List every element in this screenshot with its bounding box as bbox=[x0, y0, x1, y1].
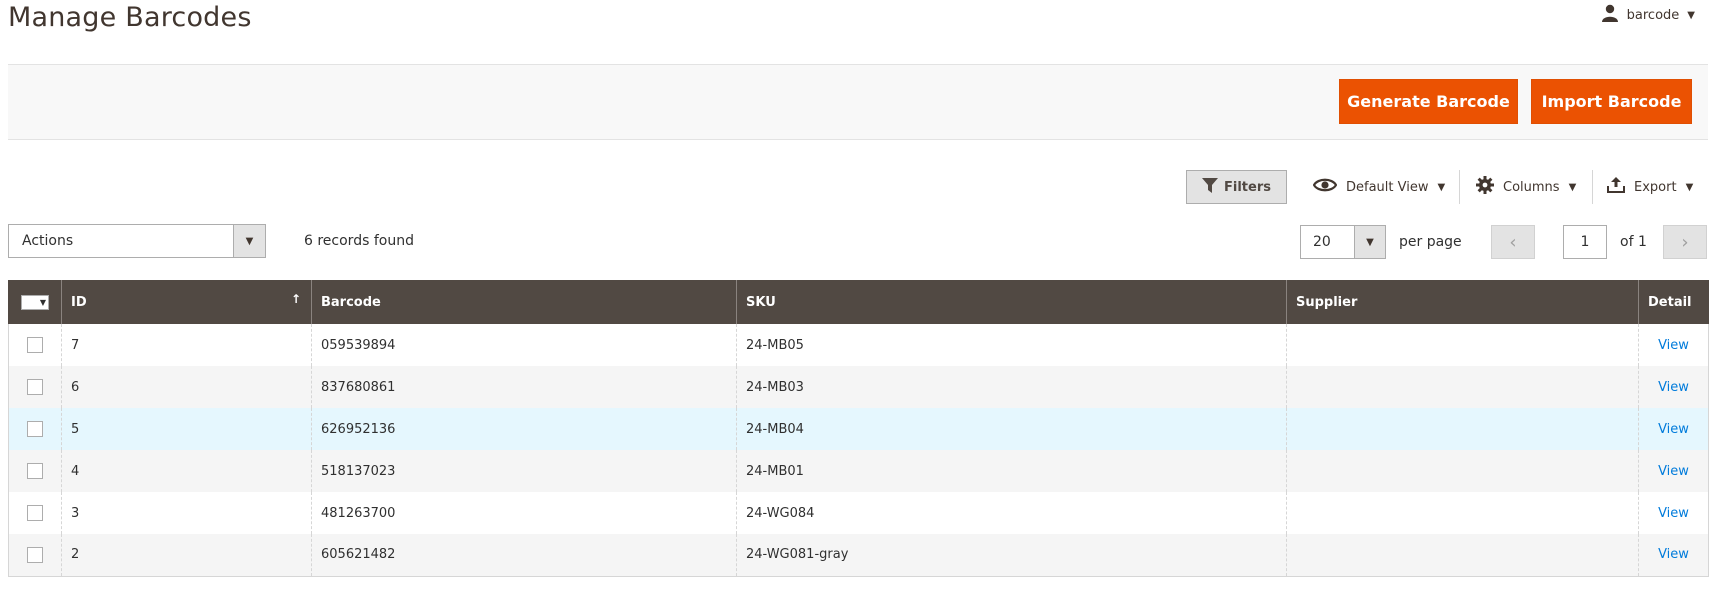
row-checkbox[interactable] bbox=[27, 379, 43, 395]
view-link[interactable]: View bbox=[1648, 338, 1699, 353]
column-header-barcode[interactable]: Barcode bbox=[311, 280, 737, 324]
default-view-dropdown[interactable]: Default View ▼ bbox=[1312, 170, 1446, 204]
chevron-down-icon: ▼ bbox=[1437, 181, 1446, 193]
view-link[interactable]: View bbox=[1648, 506, 1699, 521]
mass-select-checkbox[interactable]: ▼ bbox=[21, 294, 49, 310]
cell-sku: 24-MB03 bbox=[736, 366, 1287, 408]
column-header-id-label: ID bbox=[71, 294, 87, 310]
table-row[interactable]: 7 059539894 24-MB05 View bbox=[8, 324, 1709, 366]
filters-button[interactable]: Filters bbox=[1186, 170, 1287, 204]
grid-header-row: ▼ ID ↑ Barcode SKU Supplier Detail bbox=[8, 280, 1709, 324]
import-barcode-button[interactable]: Import Barcode bbox=[1531, 79, 1692, 124]
current-page-input[interactable] bbox=[1563, 225, 1607, 259]
cell-sku: 24-WG084 bbox=[736, 492, 1287, 534]
default-view-label: Default View bbox=[1346, 179, 1429, 195]
table-row[interactable]: 3 481263700 24-WG084 View bbox=[8, 492, 1709, 534]
cell-barcode: 626952136 bbox=[311, 408, 737, 450]
cell-sku: 24-MB04 bbox=[736, 408, 1287, 450]
cell-sku: 24-WG081-gray bbox=[736, 534, 1287, 577]
table-row[interactable]: 6 837680861 24-MB03 View bbox=[8, 366, 1709, 408]
mass-select-header[interactable]: ▼ bbox=[8, 280, 62, 324]
cell-sku: 24-MB05 bbox=[736, 324, 1287, 366]
divider bbox=[1459, 170, 1460, 204]
export-icon bbox=[1607, 177, 1625, 197]
chevron-down-icon: ▼ bbox=[39, 297, 46, 307]
cell-supplier bbox=[1286, 492, 1639, 534]
page-actions-bar: Generate Barcode Import Barcode bbox=[8, 64, 1708, 140]
row-checkbox[interactable] bbox=[27, 421, 43, 437]
previous-page-button[interactable]: ‹ bbox=[1491, 225, 1535, 259]
divider bbox=[1592, 170, 1593, 204]
chevron-down-icon: ▼ bbox=[1685, 181, 1694, 193]
barcodes-grid: ▼ ID ↑ Barcode SKU Supplier Detail 7 0595… bbox=[8, 280, 1709, 577]
cell-supplier bbox=[1286, 366, 1639, 408]
gear-icon bbox=[1476, 176, 1494, 198]
cell-barcode: 605621482 bbox=[311, 534, 737, 577]
cell-id: 2 bbox=[61, 534, 312, 577]
column-header-sku[interactable]: SKU bbox=[736, 280, 1287, 324]
cell-supplier bbox=[1286, 450, 1639, 492]
page-title: Manage Barcodes bbox=[8, 2, 252, 33]
sort-ascending-icon: ↑ bbox=[290, 292, 301, 306]
eye-icon bbox=[1312, 177, 1338, 197]
generate-barcode-button[interactable]: Generate Barcode bbox=[1339, 79, 1518, 124]
cell-id: 4 bbox=[61, 450, 312, 492]
per-page-select[interactable]: 20 ▼ bbox=[1300, 225, 1386, 259]
cell-supplier bbox=[1286, 324, 1639, 366]
row-checkbox[interactable] bbox=[27, 546, 43, 563]
cell-supplier bbox=[1286, 534, 1639, 577]
table-row[interactable]: 4 518137023 24-MB01 View bbox=[8, 450, 1709, 492]
total-pages-label: of 1 bbox=[1620, 234, 1647, 250]
table-row[interactable]: 2 605621482 24-WG081-gray View bbox=[8, 534, 1709, 577]
column-header-id[interactable]: ID ↑ bbox=[61, 280, 312, 324]
row-checkbox[interactable] bbox=[27, 337, 43, 353]
per-page-label: per page bbox=[1399, 234, 1462, 250]
columns-dropdown[interactable]: Columns ▼ bbox=[1476, 170, 1576, 204]
export-dropdown[interactable]: Export ▼ bbox=[1607, 170, 1693, 204]
row-checkbox[interactable] bbox=[27, 505, 43, 521]
user-account-menu[interactable]: barcode ▼ bbox=[1601, 4, 1695, 26]
cell-sku: 24-MB01 bbox=[736, 450, 1287, 492]
view-link[interactable]: View bbox=[1648, 380, 1699, 395]
user-name: barcode bbox=[1626, 7, 1680, 23]
chevron-right-icon: › bbox=[1681, 231, 1689, 253]
cell-id: 5 bbox=[61, 408, 312, 450]
columns-label: Columns bbox=[1503, 179, 1560, 195]
cell-barcode: 059539894 bbox=[311, 324, 737, 366]
row-checkbox[interactable] bbox=[27, 463, 43, 479]
chevron-down-icon: ▼ bbox=[1568, 181, 1577, 193]
view-link[interactable]: View bbox=[1648, 422, 1699, 437]
cell-barcode: 518137023 bbox=[311, 450, 737, 492]
grid-toolbar: Filters Default View ▼ Columns ▼ Export … bbox=[0, 170, 1715, 204]
cell-id: 7 bbox=[61, 324, 312, 366]
export-label: Export bbox=[1634, 179, 1677, 195]
column-header-detail: Detail bbox=[1638, 280, 1709, 324]
cell-id: 3 bbox=[61, 492, 312, 534]
user-icon bbox=[1601, 4, 1619, 26]
filters-label: Filters bbox=[1224, 179, 1271, 195]
next-page-button[interactable]: › bbox=[1663, 225, 1707, 259]
per-page-value: 20 bbox=[1313, 234, 1331, 250]
view-link[interactable]: View bbox=[1648, 464, 1699, 479]
filter-icon bbox=[1202, 177, 1218, 197]
mass-actions-label: Actions bbox=[22, 233, 74, 249]
cell-id: 6 bbox=[61, 366, 312, 408]
mass-actions-select[interactable]: Actions ▼ bbox=[8, 224, 266, 258]
cell-barcode: 837680861 bbox=[311, 366, 737, 408]
chevron-left-icon: ‹ bbox=[1509, 231, 1517, 253]
cell-barcode: 481263700 bbox=[311, 492, 737, 534]
chevron-down-icon: ▼ bbox=[1354, 226, 1385, 258]
table-row[interactable]: 5 626952136 24-MB04 View bbox=[8, 408, 1709, 450]
cell-supplier bbox=[1286, 408, 1639, 450]
records-count: 6 records found bbox=[304, 233, 414, 249]
chevron-down-icon: ▼ bbox=[1687, 9, 1695, 21]
column-header-supplier[interactable]: Supplier bbox=[1286, 280, 1639, 324]
view-link[interactable]: View bbox=[1648, 547, 1699, 562]
chevron-down-icon: ▼ bbox=[233, 225, 265, 257]
